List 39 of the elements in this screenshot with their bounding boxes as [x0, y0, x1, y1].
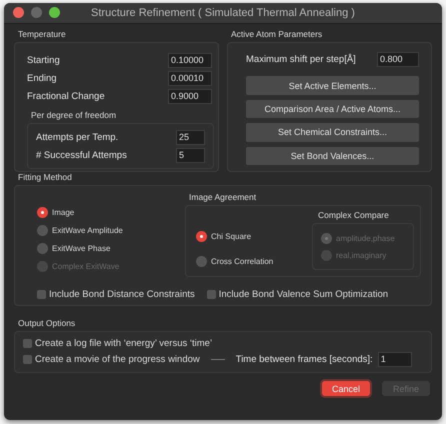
radio-option[interactable]: Image: [37, 206, 185, 218]
checkbox-option[interactable]: Create a log file with ‘energy’ versus ‘time’: [23, 336, 423, 350]
group-title: Image Agreement: [188, 192, 258, 204]
radio-option[interactable]: Chi Square: [196, 230, 312, 242]
input-field[interactable]: 25: [176, 130, 205, 144]
group-title: Temperature: [17, 29, 67, 41]
action-button[interactable]: Comparison Area / Active Atoms...: [246, 100, 419, 118]
input-field[interactable]: 0.10000: [168, 52, 212, 68]
input-field[interactable]: 0.00010: [168, 70, 212, 86]
radio-option[interactable]: ExitWave Amplitude: [37, 224, 185, 236]
group-title: Per degree of freedom: [30, 109, 116, 122]
radio-option[interactable]: Cross Correlation: [196, 255, 312, 267]
field-label: # Successful Attemps: [36, 150, 127, 160]
input-field[interactable]: 0.800: [377, 52, 419, 67]
action-button[interactable]: Set Active Elements...: [246, 76, 419, 95]
group-title: Active Atom Parameters: [230, 29, 324, 41]
zoom-icon[interactable]: [49, 7, 60, 18]
default-button[interactable]: Cancel: [322, 381, 370, 396]
group-title: Output Options: [17, 318, 76, 330]
field-label: Ending: [27, 72, 57, 84]
action-button[interactable]: Set Bond Valences...: [246, 146, 419, 166]
input-field[interactable]: 0.9000: [168, 88, 212, 104]
window-title: Structure Refinement ( Simulated Thermal Annealing ): [91, 7, 355, 19]
checkbox-option[interactable]: Create a movie of the progress window: [23, 352, 200, 366]
checkbox-option[interactable]: Include Bond Valence Sum Optimization: [206, 287, 388, 301]
group-title: Complex Compare: [317, 210, 390, 222]
minimize-icon[interactable]: [31, 7, 42, 18]
checkbox-option[interactable]: Include Bond Distance Constraints: [37, 287, 195, 301]
group-title: Fitting Method: [17, 172, 73, 184]
action-button[interactable]: Set Chemical Constraints...: [246, 123, 419, 142]
radio-option[interactable]: ExitWave Phase: [37, 242, 185, 254]
field-label: Time between frames [seconds]:: [236, 354, 373, 365]
field-label: Starting: [27, 54, 60, 66]
input-field[interactable]: 5: [176, 148, 205, 162]
field-label: Maximum shift per step[Å]: [246, 54, 356, 65]
close-icon[interactable]: [13, 7, 24, 18]
input-field[interactable]: 1: [378, 352, 412, 367]
field-label: Fractional Change: [27, 90, 105, 102]
field-label: Attempts per Temp.: [36, 132, 118, 142]
